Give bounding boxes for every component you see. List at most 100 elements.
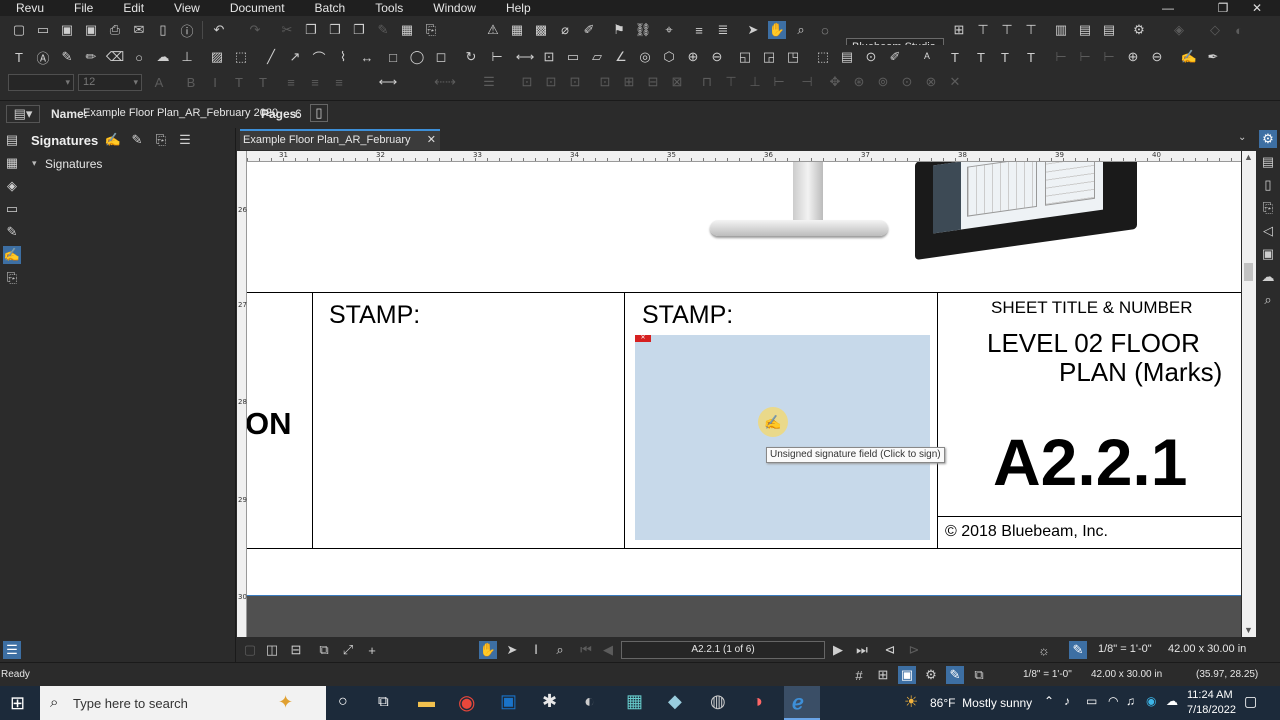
menu-document[interactable]: Document xyxy=(215,1,300,15)
align-middle-icon[interactable]: ⊢ xyxy=(770,73,788,91)
cloud-plus-icon[interactable]: ⬚ xyxy=(814,48,832,66)
calibrate-scale-icon[interactable]: ✎ xyxy=(1069,641,1087,659)
measure-diameter-icon[interactable]: ⊖ xyxy=(708,48,726,66)
link-icon[interactable]: ⛓ xyxy=(634,21,652,39)
sync-view-icon[interactable]: ⧉ xyxy=(970,666,988,684)
zoom-mode-icon[interactable]: ⌕ xyxy=(551,641,569,659)
tab-list-chevron-icon[interactable]: ⌄ xyxy=(1238,132,1246,143)
panel-list-icon[interactable]: ☰ xyxy=(3,641,21,659)
tray-chevron-icon[interactable]: ⌃ xyxy=(1044,694,1054,708)
toolchest-icon[interactable]: ▭ xyxy=(3,200,21,218)
brush-icon[interactable]: ✎ xyxy=(374,21,392,39)
distribute-icon[interactable]: ≣ xyxy=(714,21,732,39)
brightness-icon[interactable]: ☼ xyxy=(1035,641,1053,659)
align-right-icon[interactable]: ≡ xyxy=(330,73,348,91)
menu-help[interactable]: Help xyxy=(491,1,546,15)
scale-icon[interactable]: ◳ xyxy=(784,48,802,66)
paperclip-icon[interactable]: ⌀ xyxy=(556,21,574,39)
location-pin-icon[interactable]: ⌖ xyxy=(660,21,678,39)
split-vertical-icon[interactable]: ◫ xyxy=(263,641,281,659)
paste-special-icon[interactable]: ❐ xyxy=(350,21,368,39)
align-bottom-icon[interactable]: ⊥ xyxy=(746,73,764,91)
line-start-end-icon[interactable]: ⟷ xyxy=(366,73,410,91)
image-icon[interactable]: ▨ xyxy=(208,48,226,66)
sets-panel-icon[interactable]: ⎘ xyxy=(1259,199,1277,217)
menu-file[interactable]: File xyxy=(59,1,108,15)
text-strike-icon[interactable]: T xyxy=(972,48,990,66)
taskbar-search-box[interactable]: ⌕ Type here to search ✦ xyxy=(40,686,326,720)
capture-icon[interactable]: ⊙ xyxy=(898,73,916,91)
settings-icon[interactable]: ⚙ xyxy=(1130,21,1148,39)
previous-page-icon[interactable]: ◀ xyxy=(599,641,617,659)
align-left-icon[interactable]: ≡ xyxy=(282,73,300,91)
strikethrough-icon[interactable]: T xyxy=(254,73,272,91)
app-icon[interactable]: ◍ xyxy=(710,691,726,712)
cut-icon[interactable]: ✂ xyxy=(278,21,296,39)
measure-volume-icon[interactable]: ⬡ xyxy=(660,48,678,66)
text-select-icon[interactable]: Ⅰ xyxy=(527,641,545,659)
studio-icon[interactable]: ⊞ xyxy=(950,21,968,39)
measure-radius-icon[interactable]: ◎ xyxy=(636,48,654,66)
bluebeam-taskbar-button[interactable]: ℯ xyxy=(784,686,820,720)
page-icon[interactable]: ▯ xyxy=(154,21,172,39)
calibrate-icon[interactable]: ◲ xyxy=(760,48,778,66)
tags-panel-icon[interactable]: ◁ xyxy=(1259,222,1277,240)
vertical-scrollbar[interactable]: ▲ ▼ xyxy=(1242,151,1256,637)
first-page-icon[interactable]: ⏮ xyxy=(577,641,595,659)
ellipse-area-icon[interactable]: ⊙ xyxy=(862,48,880,66)
measurements-panel-icon[interactable]: ▤ xyxy=(1259,153,1277,171)
rotate-tool-icon[interactable]: ⊛ xyxy=(850,73,868,91)
next-page-icon[interactable]: ▶ xyxy=(829,641,847,659)
select-arrow-icon[interactable]: ➤ xyxy=(744,21,762,39)
pan-hand-icon[interactable]: ✋ xyxy=(768,21,786,39)
properties-panel-icon[interactable]: ⚙ xyxy=(1259,130,1277,148)
text-box-icon[interactable]: T xyxy=(10,48,28,66)
align-icon[interactable]: ≡ xyxy=(690,21,708,39)
studio-panel-icon[interactable]: ▣ xyxy=(1259,245,1277,263)
markup-icon[interactable]: ⊤ xyxy=(998,21,1016,39)
snap-to-grid-icon[interactable]: ⊞ xyxy=(874,666,892,684)
rotate-icon[interactable]: ↻ xyxy=(462,48,480,66)
arrange-1-icon[interactable]: ⊡ xyxy=(518,73,536,91)
font-size-dropdown[interactable]: 12 ▾ xyxy=(78,74,142,91)
lock-icon[interactable]: ⊠ xyxy=(668,73,686,91)
minimize-icon[interactable]: — xyxy=(1145,0,1191,16)
disabled-tool-3-icon[interactable]: ⊢ xyxy=(1100,48,1118,66)
polyline-icon[interactable]: ⌇ xyxy=(334,48,352,66)
print-icon[interactable]: ⎙ xyxy=(106,21,124,39)
snap-to-content-icon[interactable]: ▣ xyxy=(898,666,916,684)
sheets-icon[interactable]: ▤ xyxy=(1100,21,1118,39)
slack-icon[interactable]: ✱ xyxy=(542,691,557,712)
measure-perimeter-icon[interactable]: ▱ xyxy=(588,48,606,66)
pen-icon[interactable]: ✏ xyxy=(82,48,100,66)
notifications-icon[interactable]: ▢ xyxy=(1244,693,1257,710)
weather-icon[interactable]: ☀ xyxy=(904,692,918,712)
arrange-2-icon[interactable]: ⊡ xyxy=(542,73,560,91)
italic-icon[interactable]: I xyxy=(206,73,224,91)
rectangle-icon[interactable]: □ xyxy=(384,48,402,66)
microphone-icon[interactable]: ♪ xyxy=(1064,694,1070,708)
redo-icon[interactable]: ↷ xyxy=(246,21,264,39)
ellipse-icon[interactable]: ◯ xyxy=(408,48,426,66)
flip-icon[interactable]: ⊓ xyxy=(698,73,716,91)
cortana-icon[interactable]: ○ xyxy=(338,693,348,711)
disabled-tool-2-icon[interactable]: ⊢ xyxy=(1076,48,1094,66)
font-name-dropdown[interactable]: ▾ xyxy=(8,74,74,91)
page-properties-icon[interactable]: ▯ xyxy=(310,104,328,122)
ungroup-icon[interactable]: ⊟ xyxy=(644,73,662,91)
signature-options-icon[interactable]: ☰ xyxy=(176,131,194,149)
polygon-icon[interactable]: ◻ xyxy=(432,48,450,66)
app-icon[interactable]: ◆ xyxy=(668,691,682,712)
open-folder-icon[interactable]: ▭ xyxy=(34,21,52,39)
network-icon[interactable]: ◠ xyxy=(1108,694,1118,708)
scroll-down-icon[interactable]: ▼ xyxy=(1244,625,1253,635)
single-page-icon[interactable]: ▢ xyxy=(241,641,259,659)
new-file-icon[interactable]: ▢ xyxy=(10,21,28,39)
page-number-field[interactable]: A2.2.1 (1 of 6) xyxy=(621,641,825,659)
menu-tools[interactable]: Tools xyxy=(360,1,418,15)
eraser-icon[interactable]: ⌫ xyxy=(106,48,124,66)
previous-view-icon[interactable]: ⊲ xyxy=(881,641,899,659)
grid-icon[interactable]: # xyxy=(850,666,868,684)
cutout-icon[interactable]: ◱ xyxy=(736,48,754,66)
outlook-icon[interactable]: ▣ xyxy=(500,691,517,712)
